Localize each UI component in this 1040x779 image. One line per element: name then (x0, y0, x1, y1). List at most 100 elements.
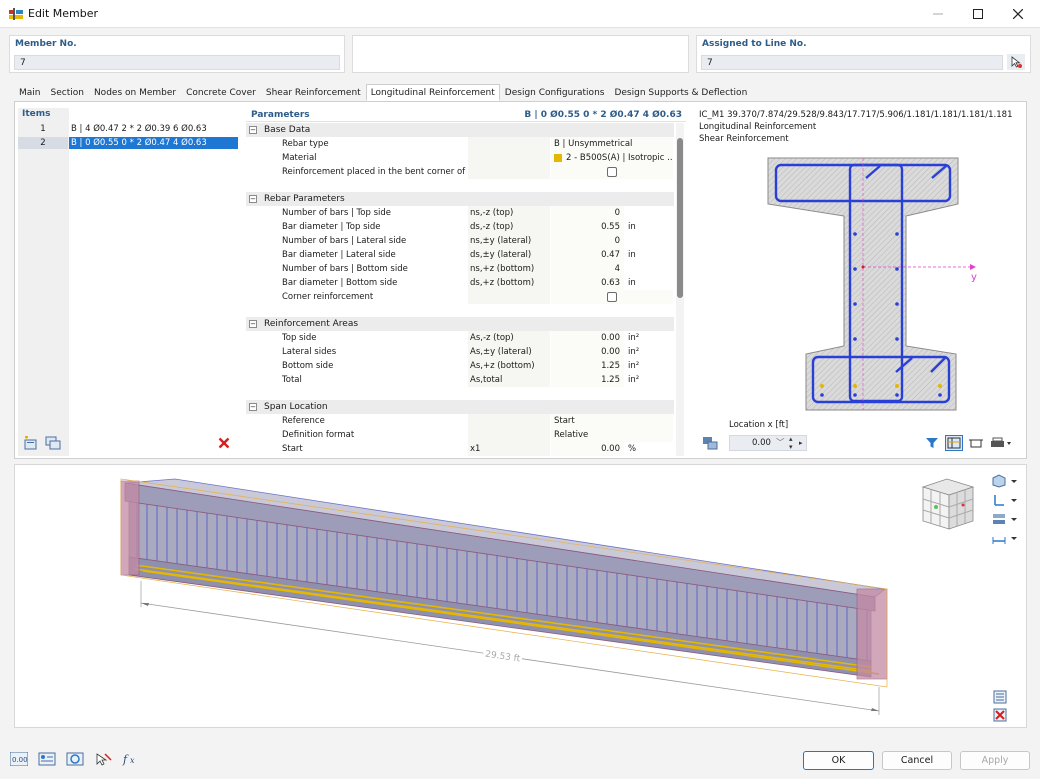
view-mode-button[interactable] (990, 473, 1020, 489)
tab-main[interactable]: Main (14, 84, 46, 101)
apply-button[interactable]: Apply (960, 751, 1030, 770)
formula-button[interactable]: fx (122, 751, 140, 767)
tab-longitudinal-reinforcement[interactable]: Longitudinal Reinforcement (365, 84, 500, 101)
filter-icon (926, 438, 938, 448)
tab-shear-reinforcement[interactable]: Shear Reinforcement (261, 84, 366, 101)
area-param-row[interactable]: Lateral sides As,±y (lateral) 0.00 in² (246, 345, 674, 359)
corner-reinforcement-checkbox[interactable] (607, 291, 617, 302)
area-param-row[interactable]: Total As,total 1.25 in² (246, 373, 674, 387)
param-value[interactable]: 4 (551, 262, 624, 276)
axis-view-button[interactable] (990, 492, 1020, 508)
rebar-param-row[interactable]: Number of bars | Top side ns,-z (top) 0 (246, 206, 674, 220)
param-symbol: As,±y (lateral) (468, 345, 550, 359)
tab-concrete-cover[interactable]: Concrete Cover (181, 84, 261, 101)
next-location-icon[interactable]: ▸ (799, 436, 803, 450)
list-item[interactable]: 1 B | 4 Ø0.47 2 * 2 Ø0.39 6 Ø0.63 (18, 123, 238, 135)
param-material[interactable]: Material 2 - B500S(A) | Isotropic ... (246, 151, 674, 165)
minimize-button[interactable] (918, 0, 958, 28)
location-input[interactable]: 0.00 ﹀ ▴ ▾ ▸ (729, 435, 807, 451)
param-value[interactable]: 0.63 (551, 276, 624, 290)
filter-button[interactable] (923, 435, 941, 451)
copy-item-button[interactable] (44, 435, 62, 451)
param-value[interactable]: 1.25 (551, 373, 624, 387)
param-reference[interactable]: Reference Start (246, 414, 674, 428)
dimension-button[interactable] (990, 530, 1020, 546)
list-item-selected[interactable]: 2 B | 0 Ø0.55 0 * 2 Ø0.47 4 Ø0.63 (18, 137, 238, 149)
param-bent-corner[interactable]: Reinforcement placed in the bent corner … (246, 165, 674, 179)
scrollbar-thumb[interactable] (677, 138, 683, 298)
model-view: 29.53 ft (14, 464, 1027, 728)
info-button[interactable] (38, 751, 56, 767)
assigned-line-label: Assigned to Line No. (702, 39, 807, 49)
parameters-title: Parameters (251, 110, 310, 120)
param-value[interactable]: 0.47 (551, 248, 624, 262)
view-settings-button[interactable] (991, 689, 1009, 705)
chevron-down-icon[interactable]: ﹀ (776, 436, 785, 450)
param-value[interactable]: 0.55 (551, 220, 624, 234)
param-unit: in² (628, 361, 640, 371)
tab-section[interactable]: Section (46, 84, 89, 101)
close-button[interactable] (998, 0, 1038, 28)
param-definition-format[interactable]: Definition format Relative (246, 428, 674, 442)
spin-arrows-icon[interactable]: ▴ ▾ (789, 435, 793, 451)
group-reinforcement-areas[interactable]: − Reinforcement Areas (246, 317, 674, 331)
param-corner-reinforcement[interactable]: Corner reinforcement (246, 290, 674, 304)
param-unit: % (628, 444, 637, 454)
group-base-data[interactable]: − Base Data (246, 123, 674, 137)
selection-button[interactable] (94, 751, 112, 767)
rebar-param-row[interactable]: Bar diameter | Bottom side ds,+z (bottom)… (246, 276, 674, 290)
display-options-button[interactable] (990, 511, 1020, 527)
assigned-line-field[interactable]: 7 (701, 55, 1003, 70)
units-button[interactable]: 0.00 (10, 751, 28, 767)
print-button[interactable] (988, 435, 1014, 451)
group-span-location[interactable]: − Span Location (246, 400, 674, 414)
help-icon (66, 752, 84, 766)
parameters-scrollbar[interactable] (676, 123, 684, 456)
param-value[interactable]: 0.00 (551, 331, 624, 345)
pick-line-button[interactable] (1007, 54, 1025, 70)
frame-button[interactable] (967, 435, 985, 451)
cross-section-drawing (767, 157, 976, 411)
tab-design-supports-deflection[interactable]: Design Supports & Deflection (609, 84, 752, 101)
param-label: Number of bars | Lateral side (282, 236, 407, 246)
rebar-param-row[interactable]: Number of bars | Bottom side ns,+z (botto… (246, 262, 674, 276)
section-display-button[interactable] (701, 435, 719, 451)
ok-button[interactable]: OK (803, 751, 874, 770)
rebar-param-row[interactable]: Number of bars | Lateral side ns,±y (late… (246, 234, 674, 248)
cube-view-icon (992, 474, 1017, 488)
param-value[interactable]: 0 (551, 234, 624, 248)
cancel-button[interactable]: Cancel (882, 751, 952, 770)
rebar-param-row[interactable]: Bar diameter | Top side ds,-z (top) 0.55 in (246, 220, 674, 234)
assigned-line-panel: Assigned to Line No. 7 (696, 35, 1031, 73)
param-unit: in (628, 278, 636, 288)
area-param-row[interactable]: Top side As,-z (top) 0.00 in² (246, 331, 674, 345)
y-axis-label: y (971, 272, 977, 283)
view-cube[interactable] (917, 477, 977, 533)
param-rebar-type[interactable]: Rebar type B | Unsymmetrical (246, 137, 674, 151)
param-value[interactable]: 0 (551, 206, 624, 220)
group-label: Span Location (264, 402, 328, 412)
decimal-icon: 0.00 (10, 752, 28, 766)
help-button[interactable] (66, 751, 84, 767)
delete-item-button[interactable] (215, 435, 233, 451)
param-symbol (468, 137, 550, 151)
param-value (551, 165, 673, 179)
bent-corner-checkbox[interactable] (607, 166, 617, 177)
param-value[interactable]: 1.25 (551, 359, 624, 373)
param-value[interactable]: 0.00 (551, 345, 624, 359)
section-options-button[interactable] (945, 435, 963, 451)
tab-design-configurations[interactable]: Design Configurations (500, 84, 610, 101)
param-start[interactable]: Start x1 0.00 % (246, 442, 674, 456)
tab-nodes-on-member[interactable]: Nodes on Member (89, 84, 181, 101)
collapse-icon: − (249, 126, 257, 134)
area-param-row[interactable]: Bottom side As,+z (bottom) 1.25 in² (246, 359, 674, 373)
maximize-button[interactable] (958, 0, 998, 28)
group-rebar-parameters[interactable]: − Rebar Parameters (246, 192, 674, 206)
member-no-field[interactable]: 7 (14, 55, 340, 70)
param-symbol: As,total (468, 373, 550, 387)
rebar-param-row[interactable]: Bar diameter | Lateral side ds,±y (latera… (246, 248, 674, 262)
reset-view-button[interactable] (991, 707, 1009, 723)
param-symbol: x1 (468, 442, 550, 456)
param-value[interactable]: 0.00 (551, 442, 624, 456)
new-item-button[interactable] (22, 435, 40, 451)
